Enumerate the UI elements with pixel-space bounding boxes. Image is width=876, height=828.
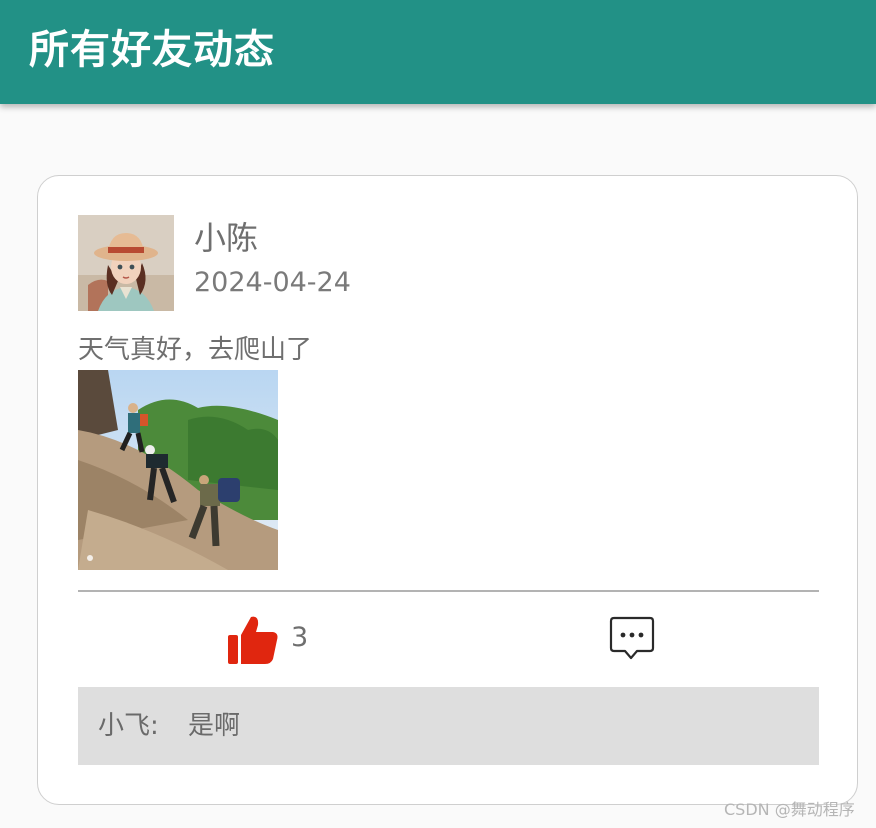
page-title: 所有好友动态: [29, 27, 275, 73]
post-card: 小陈 2024-04-24 天气真好，去爬山了 3 小飞: 是啊: [37, 175, 858, 805]
post-photo[interactable]: [78, 370, 278, 570]
comment-list: 小飞: 是啊: [78, 687, 819, 765]
comment-button[interactable]: [608, 614, 656, 662]
thumbs-up-icon: [228, 616, 278, 664]
comment-bubble-icon: [609, 616, 655, 660]
comment-author[interactable]: 小飞:: [98, 709, 159, 743]
like-button[interactable]: 3: [227, 613, 327, 665]
like-count: 3: [291, 622, 309, 653]
watermark: CSDN @舞动程序: [724, 800, 855, 819]
author-name[interactable]: 小陈: [194, 218, 258, 258]
app-bar: 所有好友动态: [0, 0, 876, 104]
post-date: 2024-04-24: [194, 267, 351, 298]
comment-text: 是啊: [188, 711, 241, 741]
author-avatar[interactable]: [78, 215, 174, 311]
divider: [78, 590, 819, 592]
post-text: 天气真好，去爬山了: [78, 335, 313, 365]
